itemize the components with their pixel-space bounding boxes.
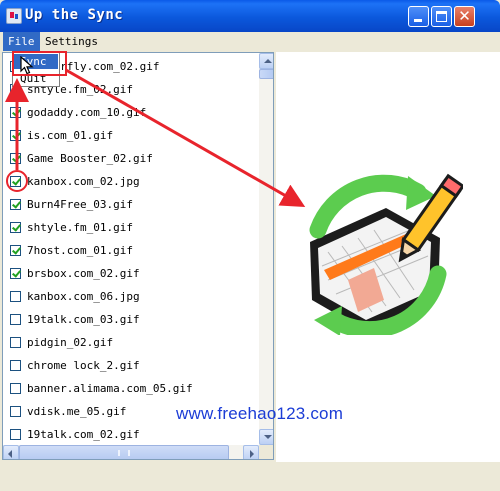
item-label: vdisk.me_05.gif [27, 405, 127, 418]
maximize-icon [436, 11, 447, 22]
sync-logo-icon [309, 173, 463, 335]
list-item[interactable]: 19talk.com_02.gif [7, 426, 257, 444]
item-checkbox[interactable] [10, 268, 21, 279]
item-label: chrome lock_2.gif [27, 359, 140, 372]
list-item[interactable]: godaddy.com_10.gif [7, 104, 257, 122]
item-label: pidgin_02.gif [27, 336, 114, 349]
mouse-cursor-icon [20, 56, 34, 75]
item-label: banner.alimama.com_05.gif [27, 382, 193, 395]
item-checkbox[interactable] [10, 199, 21, 210]
item-checkbox[interactable] [10, 406, 21, 417]
item-checkbox[interactable] [10, 337, 21, 348]
item-label: Burn4Free_03.gif [27, 198, 133, 211]
minimize-icon [414, 19, 422, 22]
item-checkbox[interactable] [10, 222, 21, 233]
list-item[interactable]: kanbox.com_02.jpg [7, 173, 257, 191]
window-title: Up the Sync [25, 7, 124, 23]
item-checkbox[interactable] [10, 153, 21, 164]
close-button[interactable]: ✕ [454, 6, 475, 27]
item-label: shtyle.fm_01.gif [27, 221, 133, 234]
arrow-right-icon [250, 450, 254, 458]
app-window: Up the Sync ✕ File Settings butterfly.co… [0, 0, 500, 491]
list-item[interactable]: 19talk.com_03.gif [7, 311, 257, 329]
checkbox-highlight-circle [6, 170, 28, 192]
list-item[interactable]: brsbox.com_02.gif [7, 265, 257, 283]
list-item[interactable]: kanbox.com_06.jpg [7, 288, 257, 306]
item-checkbox[interactable] [10, 245, 21, 256]
item-checkbox[interactable] [10, 360, 21, 371]
list-item[interactable]: 7host.com_01.gif [7, 242, 257, 260]
app-icon[interactable] [6, 8, 22, 24]
scroll-corner [259, 445, 273, 459]
list-item[interactable]: Game Booster_02.gif [7, 150, 257, 168]
item-checkbox[interactable] [10, 107, 21, 118]
file-list: butterfly.com_02.gif shtyle.fm_02.gif goda… [2, 52, 274, 460]
item-label: godaddy.com_10.gif [27, 106, 147, 119]
title-bar[interactable]: Up the Sync ✕ [0, 0, 500, 32]
arrow-left-icon [8, 450, 12, 458]
scroll-left-button[interactable] [3, 445, 19, 459]
scroll-down-button[interactable] [259, 429, 273, 445]
list-item[interactable]: Burn4Free_03.gif [7, 196, 257, 214]
item-checkbox[interactable] [10, 314, 21, 325]
list-item[interactable]: shtyle.fm_01.gif [7, 219, 257, 237]
vertical-scrollbar[interactable] [259, 53, 273, 445]
list-item[interactable]: pidgin_02.gif [7, 334, 257, 352]
menu-settings[interactable]: Settings [40, 32, 103, 51]
item-label: Game Booster_02.gif [27, 152, 153, 165]
preview-pane [276, 52, 500, 462]
close-icon: ✕ [458, 7, 471, 25]
list-item[interactable]: banner.alimama.com_05.gif [7, 380, 257, 398]
menu-file[interactable]: File [3, 32, 40, 51]
item-checkbox[interactable] [10, 383, 21, 394]
scroll-up-button[interactable] [259, 53, 273, 69]
horizontal-scroll-thumb[interactable] [19, 445, 229, 459]
item-checkbox[interactable] [10, 130, 21, 141]
list-item[interactable]: is.com_01.gif [7, 127, 257, 145]
scroll-right-button[interactable] [243, 445, 259, 459]
minimize-button[interactable] [408, 6, 429, 27]
item-checkbox[interactable] [10, 291, 21, 302]
item-label: brsbox.com_02.gif [27, 267, 140, 280]
list-item[interactable]: chrome lock_2.gif [7, 357, 257, 375]
watermark-text: www.freehao123.com [176, 404, 344, 423]
menu-bar: File Settings [0, 32, 500, 51]
horizontal-scrollbar[interactable] [3, 445, 259, 459]
maximize-button[interactable] [431, 6, 452, 27]
item-checkbox[interactable] [10, 429, 21, 440]
item-label: kanbox.com_02.jpg [27, 175, 140, 188]
item-label: kanbox.com_06.jpg [27, 290, 140, 303]
item-label: 19talk.com_02.gif [27, 428, 140, 441]
arrow-up-icon [264, 59, 272, 63]
item-label: 19talk.com_03.gif [27, 313, 140, 326]
arrow-down-icon [264, 435, 272, 439]
item-label: is.com_01.gif [27, 129, 114, 142]
vertical-scroll-thumb[interactable] [259, 69, 273, 79]
grip-icon [118, 450, 130, 456]
item-label: 7host.com_01.gif [27, 244, 133, 257]
